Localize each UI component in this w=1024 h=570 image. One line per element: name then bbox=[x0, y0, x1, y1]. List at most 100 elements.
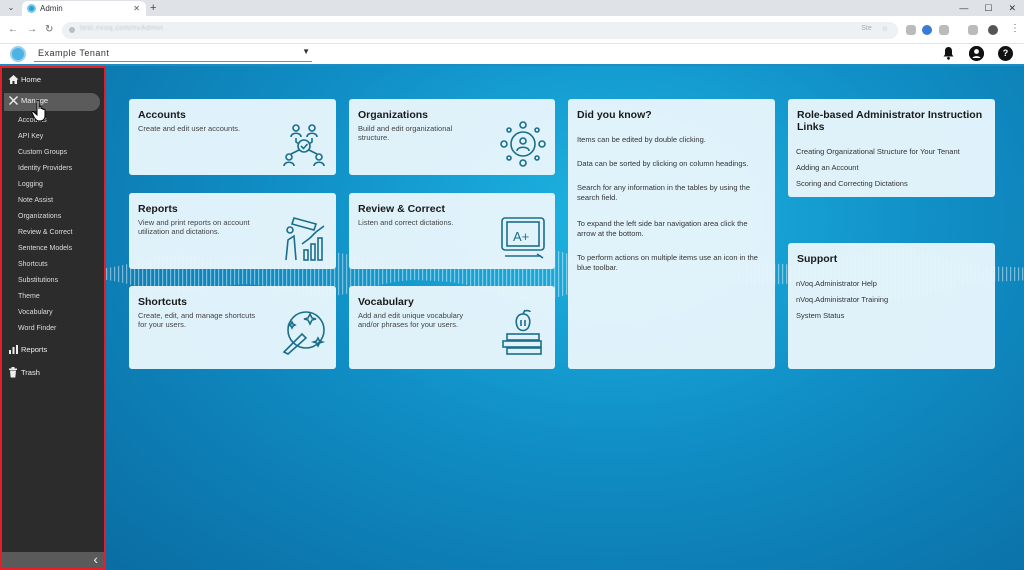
telescope-chart-icon bbox=[285, 217, 325, 261]
support-title: Support bbox=[797, 253, 838, 265]
sidebar-item-label: Reports bbox=[21, 345, 48, 354]
instruction-title: Role-based Administrator Instruction Lin… bbox=[797, 109, 983, 133]
user-hierarchy-icon bbox=[283, 124, 325, 167]
card-description: Create and edit user accounts. bbox=[138, 124, 241, 133]
extension-puzzle-icon[interactable] bbox=[939, 25, 949, 35]
card-support: Support nVoq.Administrator Help nVoq.Adm… bbox=[788, 243, 995, 369]
sidebar-subitem-sentence-models[interactable]: Sentence Models bbox=[18, 245, 72, 252]
magic-wand-icon bbox=[282, 311, 326, 355]
tip-item: To expand the left side bar navigation a… bbox=[577, 219, 748, 238]
minimize-button[interactable]: — bbox=[959, 1, 968, 15]
site-info-icon[interactable] bbox=[69, 27, 75, 33]
card-description: View and print reports on account utiliz… bbox=[138, 218, 250, 236]
tip-item: Items can be edited by double clicking. bbox=[577, 135, 706, 144]
books-apple-icon bbox=[502, 309, 542, 355]
tip-item: Data can be sorted by clicking on column… bbox=[577, 159, 749, 168]
sidebar-subitem-word-finder[interactable]: Word Finder bbox=[18, 325, 56, 332]
card-description: Build and edit organizational structure. bbox=[358, 124, 453, 142]
tip-item: To perform actions on multiple items use… bbox=[577, 253, 758, 272]
card-review-correct[interactable]: Review & Correct Listen and correct dict… bbox=[349, 193, 555, 269]
reload-icon[interactable]: ↻ bbox=[45, 23, 53, 37]
help-icon[interactable]: ? bbox=[998, 46, 1013, 61]
address-bar[interactable]: test.nvoq.com/nvAdmin Ste ☆ bbox=[62, 22, 898, 39]
sidebar-subitem-theme[interactable]: Theme bbox=[18, 293, 40, 300]
card-description: Listen and correct dictations. bbox=[358, 218, 454, 227]
bookmark-star-icon[interactable]: ☆ bbox=[882, 25, 888, 33]
hand-pointer-cursor-icon bbox=[31, 99, 46, 122]
app-header: Example Tenant ▼ ? bbox=[0, 44, 1024, 66]
tablet-grade-icon: A+ bbox=[501, 217, 545, 259]
card-vocabulary[interactable]: Vocabulary Add and edit unique vocabular… bbox=[349, 286, 555, 369]
tab-search-menu-icon[interactable]: ⌄ bbox=[4, 2, 18, 14]
browser-toolbar: ← → ↻ test.nvoq.com/nvAdmin Ste ☆ ⋮ bbox=[0, 16, 1024, 44]
support-link[interactable]: nVoq.Administrator Help bbox=[796, 279, 877, 288]
svg-text:A+: A+ bbox=[513, 229, 529, 244]
instruction-link[interactable]: Scoring and Correcting Dictations bbox=[796, 179, 908, 188]
url-bar-actions: Ste ☆ bbox=[861, 25, 888, 33]
card-instruction-links: Role-based Administrator Instruction Lin… bbox=[788, 99, 995, 197]
sidebar-subitem-vocabulary[interactable]: Vocabulary bbox=[18, 309, 53, 316]
sidebar-subitem-substitutions[interactable]: Substitutions bbox=[18, 277, 58, 284]
card-did-you-know: Did you know? Items can be edited by dou… bbox=[568, 99, 775, 369]
did-you-know-title: Did you know? bbox=[577, 109, 652, 121]
card-shortcuts[interactable]: Shortcuts Create, edit, and manage short… bbox=[129, 286, 336, 369]
profile-avatar-icon[interactable] bbox=[988, 25, 998, 35]
card-accounts[interactable]: Accounts Create and edit user accounts. bbox=[129, 99, 336, 175]
forward-arrow-icon[interactable]: → bbox=[27, 23, 37, 37]
trash-icon bbox=[8, 367, 19, 379]
tab-favicon-icon bbox=[27, 4, 36, 13]
home-icon bbox=[8, 74, 19, 86]
browser-tab-admin[interactable]: Admin ✕ bbox=[22, 1, 146, 16]
browser-tabstrip: ⌄ Admin ✕ + — ☐ ✕ bbox=[0, 0, 1024, 16]
support-link[interactable]: nVoq.Administrator Training bbox=[796, 295, 888, 304]
card-reports[interactable]: Reports View and print reports on accoun… bbox=[129, 193, 336, 269]
close-window-button[interactable]: ✕ bbox=[1008, 1, 1016, 15]
new-tab-button[interactable]: + bbox=[150, 1, 156, 15]
card-title: Organizations bbox=[358, 109, 429, 121]
chevron-left-icon[interactable]: ‹ bbox=[93, 551, 98, 567]
card-description: Add and edit unique vocabulary and/or ph… bbox=[358, 311, 464, 329]
sidebar-subitem-custom-groups[interactable]: Custom Groups bbox=[18, 149, 67, 156]
tab-title: Admin bbox=[40, 4, 63, 13]
account-user-icon[interactable] bbox=[969, 46, 984, 61]
sidebar: Home Manage Accounts API Key Custom Groups… bbox=[0, 66, 106, 570]
support-link[interactable]: System Status bbox=[796, 311, 844, 320]
tip-item: Search for any information in the tables… bbox=[577, 183, 751, 202]
back-arrow-icon[interactable]: ← bbox=[8, 23, 18, 37]
sidebar-item-reports[interactable]: Reports bbox=[4, 342, 100, 360]
maximize-button[interactable]: ☐ bbox=[984, 1, 992, 15]
sidebar-subitem-review-correct[interactable]: Review & Correct bbox=[18, 229, 72, 236]
card-organizations[interactable]: Organizations Build and edit organizatio… bbox=[349, 99, 555, 175]
sidebar-subitem-note-assist[interactable]: Note Assist bbox=[18, 197, 53, 204]
card-title: Vocabulary bbox=[358, 296, 414, 308]
nvoq-logo-icon bbox=[10, 46, 26, 62]
sidebar-subitem-api-key[interactable]: API Key bbox=[18, 133, 43, 140]
sidebar-subitem-logging[interactable]: Logging bbox=[18, 181, 43, 188]
caret-down-icon: ▼ bbox=[302, 47, 310, 56]
organization-network-icon bbox=[500, 121, 546, 167]
sidepanel-icon[interactable] bbox=[968, 25, 978, 35]
instruction-link[interactable]: Adding an Account bbox=[796, 163, 859, 172]
chart-icon bbox=[8, 344, 19, 356]
extension-blue-icon[interactable] bbox=[922, 25, 932, 35]
sidebar-item-trash[interactable]: Trash bbox=[4, 365, 100, 383]
sidebar-subitem-identity-providers[interactable]: Identity Providers bbox=[18, 165, 72, 172]
card-title: Shortcuts bbox=[138, 296, 188, 308]
card-description: Create, edit, and manage shortcuts for y… bbox=[138, 311, 256, 329]
extension-icon[interactable] bbox=[906, 25, 916, 35]
sidebar-collapse-bar[interactable]: ‹ bbox=[2, 551, 104, 568]
tenant-selector[interactable]: Example Tenant ▼ bbox=[34, 46, 312, 62]
tab-close-icon[interactable]: ✕ bbox=[133, 3, 140, 14]
bell-icon[interactable] bbox=[941, 46, 956, 61]
sidebar-subitem-shortcuts[interactable]: Shortcuts bbox=[18, 261, 48, 268]
sidebar-item-home[interactable]: Home bbox=[4, 72, 100, 90]
sidebar-subitem-organizations[interactable]: Organizations bbox=[18, 213, 61, 220]
sidebar-item-manage[interactable]: Manage bbox=[4, 93, 100, 111]
url-text: test.nvoq.com/nvAdmin bbox=[80, 25, 164, 32]
wrench-icon bbox=[8, 95, 19, 107]
translate-icon[interactable]: Ste bbox=[861, 25, 872, 33]
instruction-link[interactable]: Creating Organizational Structure for Yo… bbox=[796, 147, 960, 156]
card-title: Review & Correct bbox=[358, 203, 445, 215]
browser-menu-icon[interactable]: ⋮ bbox=[1010, 22, 1020, 36]
sidebar-item-label: Trash bbox=[21, 368, 40, 377]
